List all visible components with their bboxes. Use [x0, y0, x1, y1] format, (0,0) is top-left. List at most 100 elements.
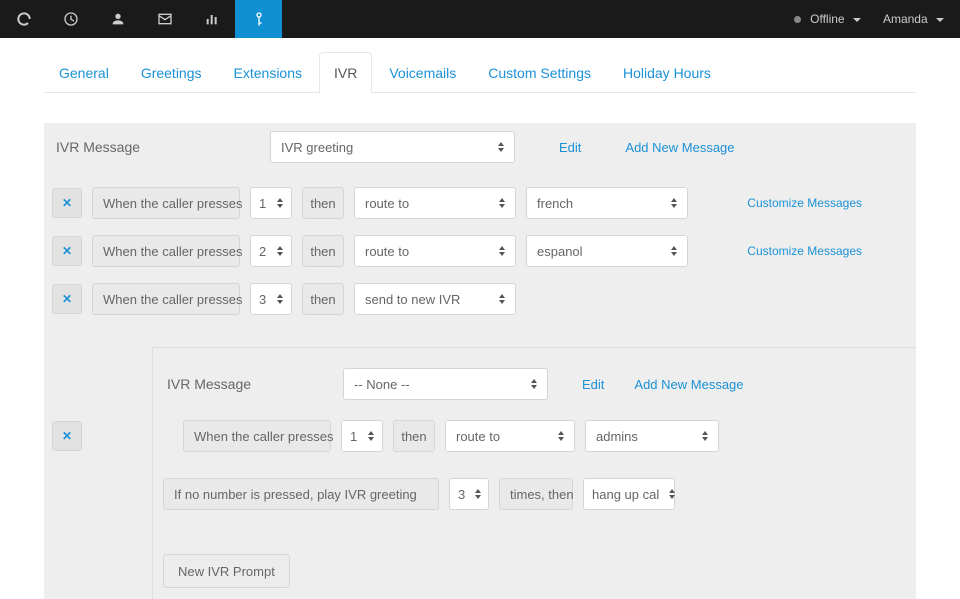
key-icon[interactable]: [235, 0, 282, 38]
select-stepper-icon: [531, 379, 537, 389]
rule-action-value: route to: [365, 244, 409, 259]
rule-target-select[interactable]: espanol: [526, 235, 688, 267]
select-stepper-icon: [277, 294, 283, 304]
rule-prefix-label: When the caller presses: [92, 283, 240, 315]
mail-icon[interactable]: [141, 0, 188, 38]
replay-action-value: hang up cal: [592, 487, 659, 502]
select-stepper-icon: [499, 198, 505, 208]
ivr-rule-row: ✕ When the caller presses 3 then send to…: [44, 275, 916, 323]
rule-digit-select[interactable]: 2: [250, 235, 292, 267]
rule-target-value: admins: [596, 429, 638, 444]
ivr-message-select[interactable]: IVR greeting: [270, 131, 515, 163]
select-stepper-icon: [498, 142, 504, 152]
nested-ivr-panel: IVR Message -- None -- Edit Add New Mess…: [152, 347, 916, 599]
select-stepper-icon: [558, 431, 564, 441]
chevron-down-icon: [853, 18, 861, 22]
replay-row: If no number is pressed, play IVR greeti…: [153, 478, 916, 510]
status-dropdown[interactable]: Offline: [794, 12, 861, 26]
tab-extensions[interactable]: Extensions: [219, 52, 317, 93]
delete-rule-button[interactable]: ✕: [52, 284, 82, 314]
rule-digit-value: 1: [259, 196, 266, 211]
replay-text-label: If no number is pressed, play IVR greeti…: [163, 478, 439, 510]
nested-ivr-message-select[interactable]: -- None --: [343, 368, 548, 400]
clock-icon[interactable]: [47, 0, 94, 38]
edit-link[interactable]: Edit: [559, 140, 581, 155]
replay-count-select[interactable]: 3: [449, 478, 489, 510]
rule-action-select[interactable]: route to: [354, 187, 516, 219]
select-stepper-icon: [702, 431, 708, 441]
select-stepper-icon: [475, 489, 481, 499]
person-icon[interactable]: [94, 0, 141, 38]
rule-action-value: route to: [456, 429, 500, 444]
then-label: then: [302, 187, 344, 219]
tab-custom-settings[interactable]: Custom Settings: [473, 52, 606, 93]
then-label: then: [302, 283, 344, 315]
add-new-message-link[interactable]: Add New Message: [625, 140, 734, 155]
close-icon: ✕: [62, 429, 72, 443]
rule-prefix-label: When the caller presses: [92, 187, 240, 219]
chevron-down-icon: [936, 18, 944, 22]
rule-action-value: route to: [365, 196, 409, 211]
replay-action-select[interactable]: hang up cal: [583, 478, 675, 510]
nested-ivr-message-select-value: -- None --: [354, 377, 410, 392]
replay-count-value: 3: [458, 487, 465, 502]
rule-target-value: french: [537, 196, 573, 211]
ivr-message-select-value: IVR greeting: [281, 140, 353, 155]
rule-action-select[interactable]: send to new IVR: [354, 283, 516, 315]
select-stepper-icon: [671, 198, 677, 208]
user-label: Amanda: [883, 12, 928, 26]
rule-digit-value: 3: [259, 292, 266, 307]
tab-general[interactable]: General: [44, 52, 124, 93]
tab-holiday-hours[interactable]: Holiday Hours: [608, 52, 726, 93]
rule-target-select[interactable]: french: [526, 187, 688, 219]
rule-action-select[interactable]: route to: [354, 235, 516, 267]
tab-greetings[interactable]: Greetings: [126, 52, 217, 93]
delete-nested-ivr-button[interactable]: ✕: [52, 421, 82, 451]
nested-ivr-message-label: IVR Message: [163, 376, 343, 392]
then-label: then: [302, 235, 344, 267]
ivr-rule-row: ✕ When the caller presses 1 then route t…: [44, 179, 916, 227]
nested-ivr-rule-row: When the caller presses 1 then route to …: [153, 412, 916, 460]
select-stepper-icon: [499, 246, 505, 256]
tab-ivr[interactable]: IVR: [319, 52, 372, 93]
status-dot-icon: [794, 16, 801, 23]
rule-digit-value: 1: [350, 429, 357, 444]
customize-messages-link[interactable]: Customize Messages: [747, 196, 908, 210]
close-icon: ✕: [62, 292, 72, 306]
then-label: then: [393, 420, 435, 452]
delete-rule-button[interactable]: ✕: [52, 236, 82, 266]
rule-action-select[interactable]: route to: [445, 420, 575, 452]
select-stepper-icon: [277, 198, 283, 208]
rule-digit-select[interactable]: 1: [341, 420, 383, 452]
rule-prefix-label: When the caller presses: [92, 235, 240, 267]
select-stepper-icon: [499, 294, 505, 304]
close-icon: ✕: [62, 196, 72, 210]
new-ivr-prompt-button[interactable]: New IVR Prompt: [163, 554, 290, 588]
rule-digit-select[interactable]: 3: [250, 283, 292, 315]
customize-messages-link[interactable]: Customize Messages: [747, 244, 908, 258]
status-label: Offline: [810, 12, 844, 26]
settings-tabs: General Greetings Extensions IVR Voicema…: [44, 52, 916, 93]
select-stepper-icon: [669, 489, 675, 499]
select-stepper-icon: [277, 246, 283, 256]
nested-add-new-message-link[interactable]: Add New Message: [634, 377, 743, 392]
ivr-rule-row: ✕ When the caller presses 2 then route t…: [44, 227, 916, 275]
ivr-message-label: IVR Message: [52, 139, 270, 155]
delete-rule-button[interactable]: ✕: [52, 188, 82, 218]
rule-prefix-label: When the caller presses: [183, 420, 331, 452]
rule-action-value: send to new IVR: [365, 292, 460, 307]
rule-digit-select[interactable]: 1: [250, 187, 292, 219]
nested-edit-link[interactable]: Edit: [582, 377, 604, 392]
rule-target-value: espanol: [537, 244, 583, 259]
user-dropdown[interactable]: Amanda: [883, 12, 944, 26]
rule-target-select[interactable]: admins: [585, 420, 719, 452]
ivr-panel: IVR Message IVR greeting Edit Add New Me…: [44, 123, 916, 599]
select-stepper-icon: [671, 246, 677, 256]
logo-icon[interactable]: [0, 0, 47, 38]
bars-icon[interactable]: [188, 0, 235, 38]
tab-voicemails[interactable]: Voicemails: [374, 52, 471, 93]
replay-suffix-label: times, then: [499, 478, 573, 510]
rule-digit-value: 2: [259, 244, 266, 259]
select-stepper-icon: [368, 431, 374, 441]
close-icon: ✕: [62, 244, 72, 258]
